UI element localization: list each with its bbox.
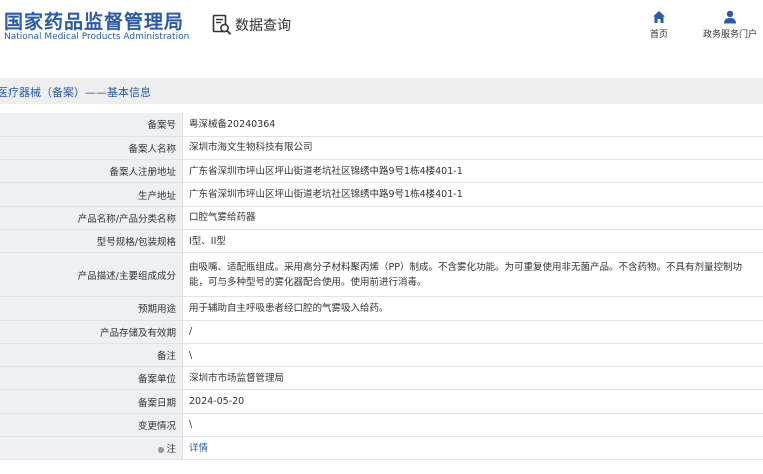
data-query-title: 数据查询 [212, 14, 291, 36]
device-info-table: 备案号 粤深械备20240364 备案人名称 深圳市海文生物科技有限公司 备案人… [0, 113, 763, 461]
value-record-number: 粤深械备20240364 [182, 113, 763, 137]
breadcrumb: 医疗器械（备案）——基本信息 [0, 86, 151, 99]
label-change-status: 变更情况 [0, 413, 183, 438]
label-production-address: 生产地址 [0, 182, 183, 207]
nav-service-portal-link[interactable]: 政务服务门户 [698, 10, 762, 40]
value-intended-use: 用于辅助自主呼吸患者经口腔的气雾吸入给药。 [182, 296, 763, 321]
value-model-spec: I型、II型 [182, 229, 763, 254]
value-product-description: 由吸嘴、适配瓶组成。采用高分子材料聚丙烯（PP）制成。不含雾化功能。为可重复使用… [182, 252, 763, 298]
label-intended-use: 预期用途 [0, 296, 183, 321]
table-row: 变更情况 \ [0, 413, 763, 438]
value-note-cell: 详情 [182, 436, 763, 461]
home-icon [653, 11, 665, 23]
details-link[interactable]: 详情 [189, 443, 208, 454]
label-note-cell: ● 注 [0, 436, 183, 461]
value-filing-unit: 深圳市市场监督管理局 [182, 366, 763, 391]
value-change-status: \ [182, 413, 763, 438]
label-note: 注 [166, 444, 176, 456]
table-row: ● 注 详情 [0, 436, 763, 461]
label-remarks: 备注 [0, 343, 183, 368]
label-product-description: 产品描述/主要组成成分 [0, 252, 183, 298]
label-storage-validity: 产品存储及有效期 [0, 320, 183, 344]
logo-chinese-name[interactable]: 国家药品监督管理局 [4, 7, 184, 34]
table-row: 备案人名称 深圳市海文生物科技有限公司 [0, 136, 763, 161]
nav-home-label: 首页 [649, 30, 668, 40]
value-remarks: \ [182, 343, 763, 368]
label-registered-address: 备案人注册地址 [0, 159, 183, 184]
label-filing-date: 备案日期 [0, 389, 183, 414]
value-storage-validity: / [182, 320, 763, 344]
label-registrant-name: 备案人名称 [0, 136, 183, 161]
value-production-address: 广东省深圳市坪山区坪山街道老坑社区锦绣中路9号1栋4楼401-1 [182, 182, 763, 207]
table-row: 备案号 粤深械备20240364 [0, 113, 763, 137]
value-filing-date: 2024-05-20 [182, 389, 763, 414]
table-row: 预期用途 用于辅助自主呼吸患者经口腔的气雾吸入给药。 [0, 296, 763, 321]
logo-english-name[interactable]: National Medical Products Administration [4, 32, 189, 42]
table-row: 备案单位 深圳市市场监督管理局 [0, 366, 763, 391]
nav-home-link[interactable]: 首页 [647, 10, 671, 40]
user-icon [724, 10, 736, 24]
info-dot-icon: ● [157, 445, 165, 455]
label-model-spec: 型号规格/包装规格 [0, 229, 183, 254]
table-row: 产品名称/产品分类名称 口腔气雾给药器 [0, 206, 763, 230]
value-registered-address: 广东省深圳市坪山区坪山街道老坑社区锦绣中路9号1栋4楼401-1 [182, 159, 763, 184]
table-row: 型号规格/包装规格 I型、II型 [0, 229, 763, 254]
table-row: 备案日期 2024-05-20 [0, 389, 763, 414]
document-search-icon [212, 14, 232, 35]
table-row: 备案人注册地址 广东省深圳市坪山区坪山街道老坑社区锦绣中路9号1栋4楼401-1 [0, 159, 763, 184]
value-product-name: 口腔气雾给药器 [182, 206, 763, 230]
data-query-label: 数据查询 [235, 18, 291, 34]
table-row: 产品存储及有效期 / [0, 320, 763, 344]
label-record-number: 备案号 [0, 113, 183, 137]
breadcrumb-bar: 医疗器械（备案）——基本信息 [0, 78, 763, 104]
site-header: 国家药品监督管理局 National Medical Products Admi… [0, 0, 763, 62]
table-row: 备注 \ [0, 343, 763, 368]
label-product-name: 产品名称/产品分类名称 [0, 206, 183, 230]
value-registrant-name: 深圳市海文生物科技有限公司 [182, 136, 763, 161]
label-filing-unit: 备案单位 [0, 366, 183, 391]
nav-service-portal-label: 政务服务门户 [702, 30, 757, 40]
table-row: 生产地址 广东省深圳市坪山区坪山街道老坑社区锦绣中路9号1栋4楼401-1 [0, 182, 763, 207]
table-row: 产品描述/主要组成成分 由吸嘴、适配瓶组成。采用高分子材料聚丙烯（PP）制成。不… [0, 252, 763, 298]
